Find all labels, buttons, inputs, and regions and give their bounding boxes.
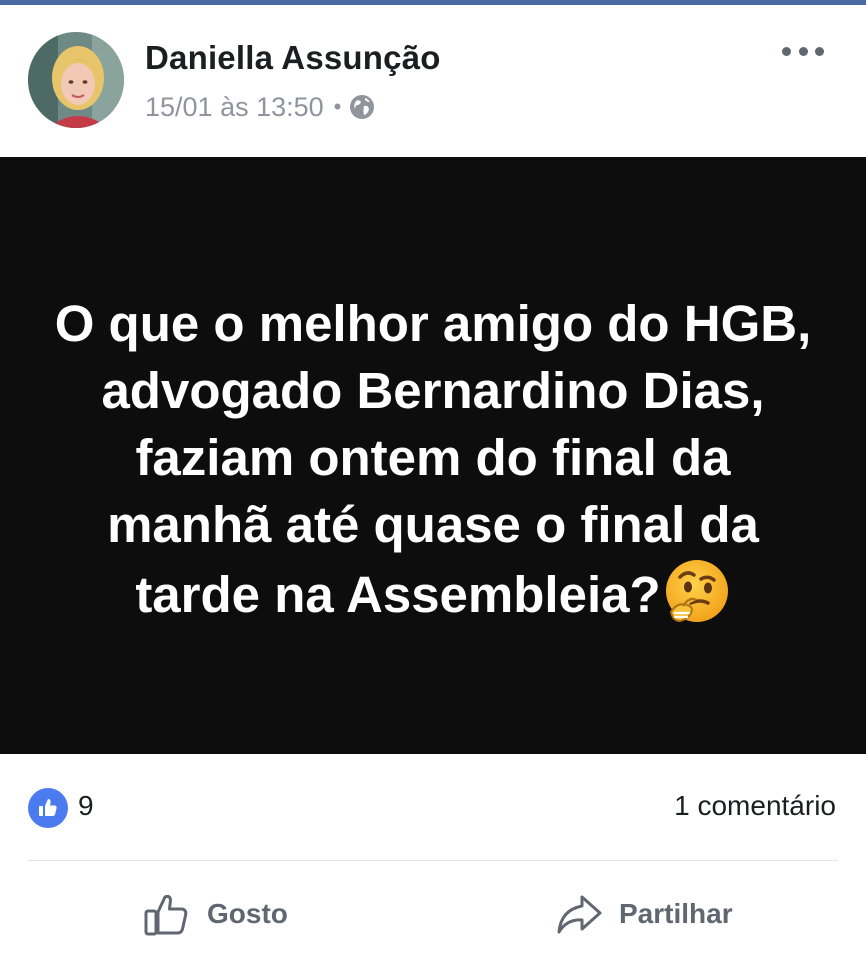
reactions-summary: 9 1 comentário: [0, 770, 866, 846]
more-dot: [798, 46, 808, 56]
share-button[interactable]: Partilhar: [555, 886, 733, 942]
meta-separator: •: [333, 94, 342, 119]
like-button[interactable]: Gosto: [143, 886, 288, 942]
share-button-label: Partilhar: [619, 898, 733, 929]
author-avatar[interactable]: [28, 32, 124, 128]
post-image-caption: O que o melhor amigo do HGB, advogado Be…: [53, 290, 813, 628]
post-actions-bar: Gosto Partilhar: [0, 868, 866, 960]
post-timestamp[interactable]: 15/01 às 13:50: [145, 92, 324, 123]
globe-icon[interactable]: [349, 94, 375, 120]
thumbs-up-icon: [144, 894, 188, 936]
author-name[interactable]: Daniella Assunção: [145, 39, 441, 77]
thinking-face-emoji: [663, 558, 731, 626]
post-image[interactable]: O que o melhor amigo do HGB, advogado Be…: [0, 157, 866, 754]
like-button-label: Gosto: [207, 898, 288, 929]
actions-divider: [28, 860, 838, 861]
like-count[interactable]: 9: [78, 790, 94, 822]
share-arrow-icon: [557, 895, 602, 934]
like-reaction-icon[interactable]: [28, 788, 68, 828]
post-header: Daniella Assunção 15/01 às 13:50 •: [0, 5, 866, 155]
facebook-post-screen: Daniella Assunção 15/01 às 13:50 • O que…: [0, 0, 866, 960]
more-dot: [782, 46, 791, 56]
comments-count[interactable]: 1 comentário: [674, 790, 836, 822]
post-meta: 15/01 às 13:50 •: [145, 89, 375, 125]
more-options-icon[interactable]: [782, 39, 824, 63]
more-dot: [815, 46, 824, 56]
